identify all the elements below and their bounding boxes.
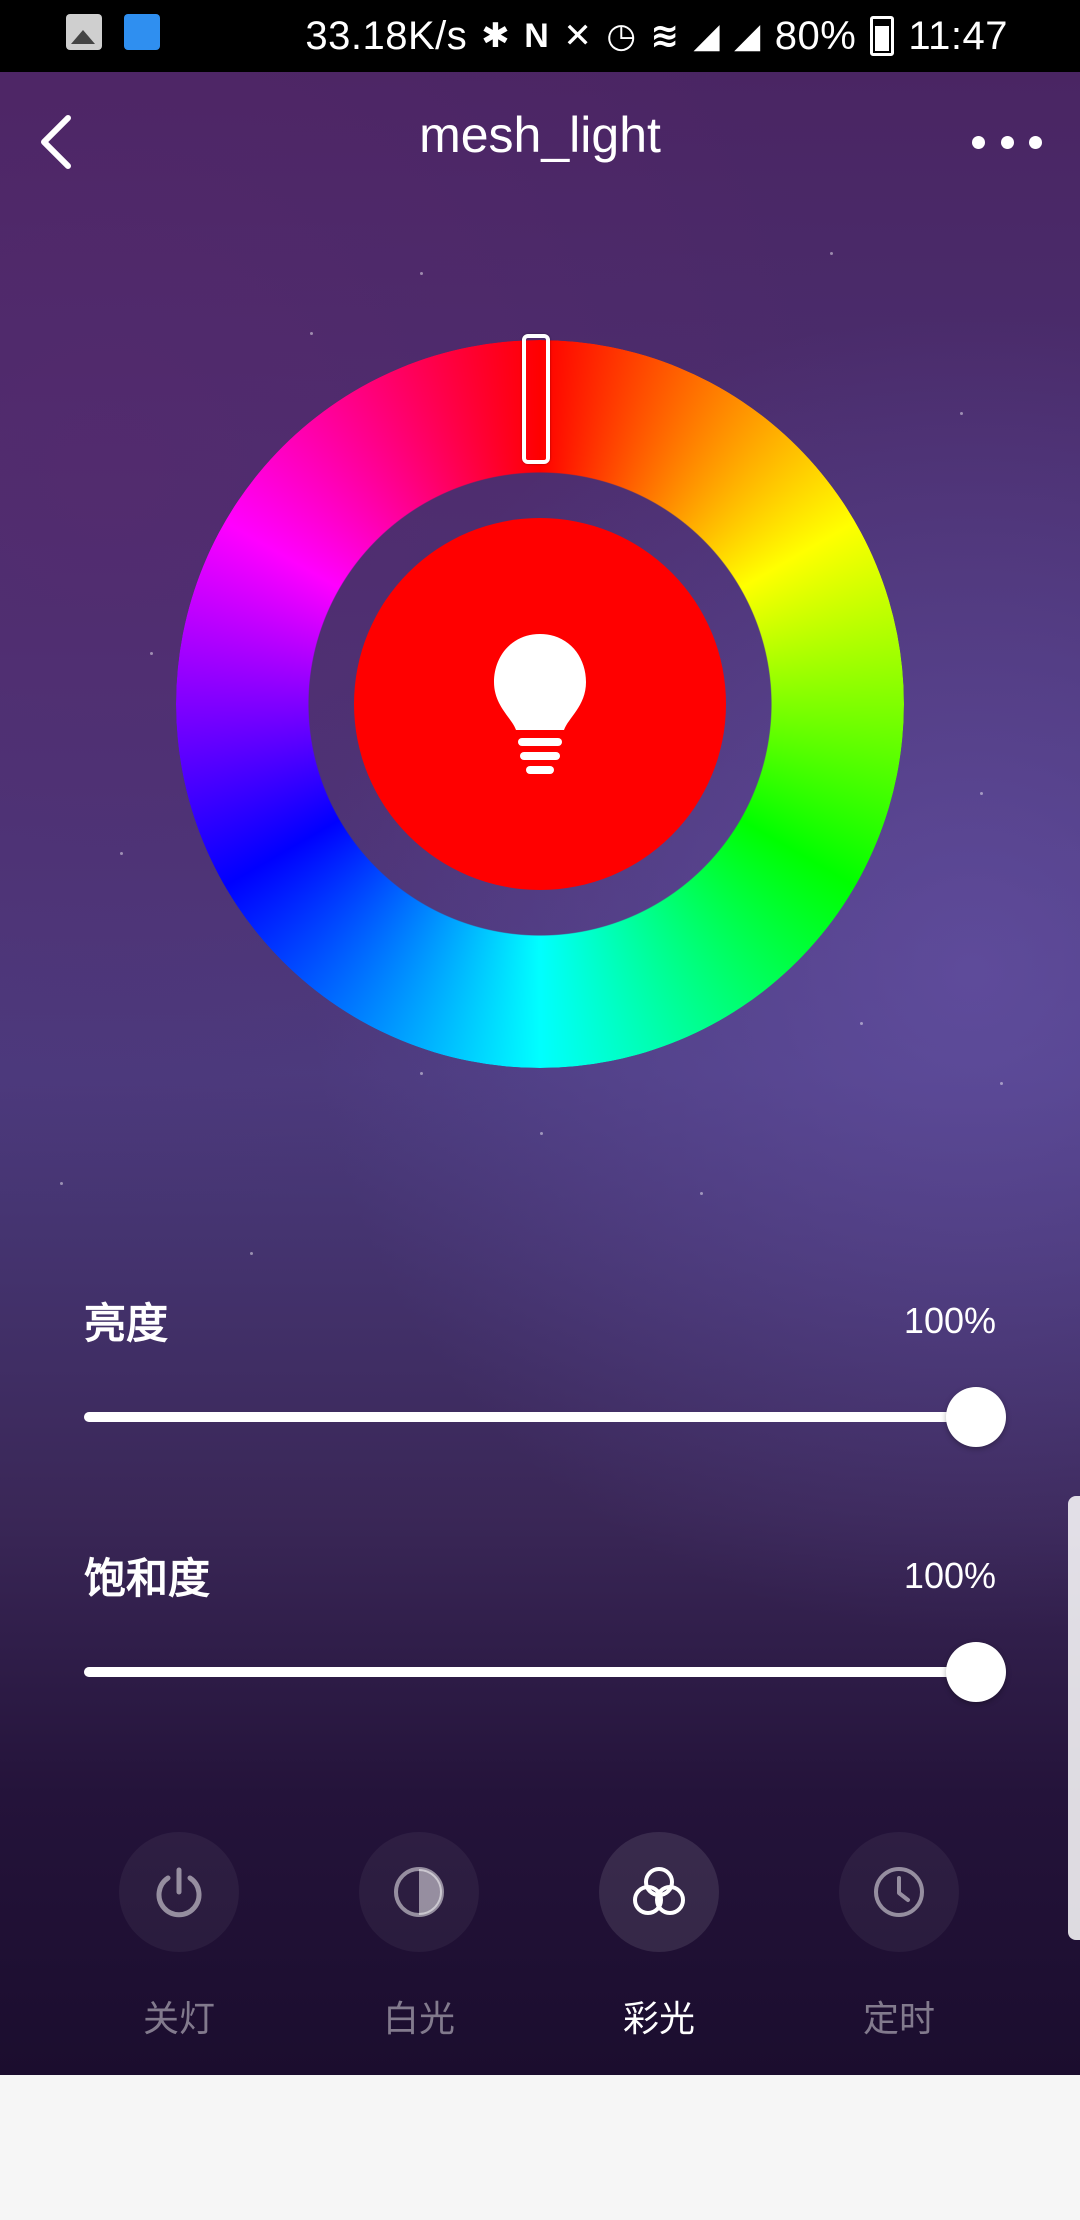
battery-icon bbox=[870, 16, 895, 56]
mode-color-button[interactable]: 彩光 bbox=[579, 1832, 739, 2042]
brightness-thumb[interactable] bbox=[946, 1387, 1006, 1447]
mode-off-button[interactable]: 关灯 bbox=[99, 1832, 259, 2042]
lightbulb-icon bbox=[494, 634, 586, 774]
mute-icon: ✕ bbox=[563, 17, 593, 55]
status-bar: 33.18K/s ✱ N ✕ ◷ ≋ ◢ ◢ 80% 11:47 bbox=[0, 0, 1080, 72]
nfc-icon: N bbox=[524, 16, 550, 55]
hue-handle[interactable] bbox=[522, 334, 550, 464]
clock-time: 11:47 bbox=[908, 13, 1008, 58]
alarm-icon: ◷ bbox=[606, 17, 637, 55]
status-bar-notifications bbox=[66, 14, 160, 50]
more-options-button[interactable] bbox=[972, 127, 1042, 157]
selected-color-preview bbox=[354, 518, 726, 890]
wifi-icon: ≋ bbox=[650, 17, 680, 55]
mode-white-button[interactable]: 白光 bbox=[339, 1832, 499, 2042]
app-screen: mesh_light 亮度 100% 饱和度 100% 关灯 白光 彩光 定时 bbox=[0, 72, 1080, 2075]
signal-4g-icon: ◢ bbox=[693, 17, 721, 55]
app-notification-icon bbox=[124, 14, 160, 50]
color-circles-icon bbox=[633, 1867, 685, 1915]
bluetooth-icon: ✱ bbox=[481, 17, 511, 55]
top-nav-bar: mesh_light bbox=[0, 72, 1080, 212]
status-bar-system: 33.18K/s ✱ N ✕ ◷ ≋ ◢ ◢ 80% 11:47 bbox=[305, 8, 1008, 64]
mode-timer-button[interactable]: 定时 bbox=[819, 1832, 979, 2042]
more-dots-icon bbox=[972, 135, 985, 149]
battery-percent: 80% bbox=[774, 13, 857, 58]
half-circle-icon bbox=[394, 1867, 444, 1917]
brightness-value: 100% bbox=[903, 1300, 996, 1341]
brightness-fill bbox=[84, 1412, 976, 1422]
color-wheel-picker bbox=[176, 334, 904, 1068]
edge-panel-handle[interactable] bbox=[1068, 1496, 1080, 1940]
clock-icon bbox=[874, 1867, 924, 1917]
gallery-icon bbox=[66, 14, 102, 50]
mode-white-label: 白光 bbox=[382, 1999, 455, 2040]
mode-off-label: 关灯 bbox=[142, 1999, 215, 2040]
power-icon bbox=[156, 1867, 202, 1918]
brightness-label: 亮度 bbox=[84, 1299, 169, 1348]
mode-bar: 关灯 白光 彩光 定时 bbox=[0, 1832, 1080, 2062]
signal-4g-icon: ◢ bbox=[734, 17, 761, 55]
page-title: mesh_light bbox=[419, 107, 661, 163]
saturation-fill bbox=[84, 1667, 976, 1677]
mode-color-label: 彩光 bbox=[622, 1999, 695, 2040]
saturation-value: 100% bbox=[903, 1555, 996, 1596]
saturation-slider[interactable] bbox=[84, 1642, 1006, 1702]
network-speed: 33.18K/s bbox=[305, 13, 468, 58]
mode-timer-label: 定时 bbox=[862, 1999, 935, 2040]
saturation-label: 饱和度 bbox=[84, 1554, 211, 1603]
brightness-slider[interactable] bbox=[84, 1387, 1006, 1447]
saturation-thumb[interactable] bbox=[946, 1642, 1006, 1702]
bottom-blank-area bbox=[0, 2075, 1080, 2220]
